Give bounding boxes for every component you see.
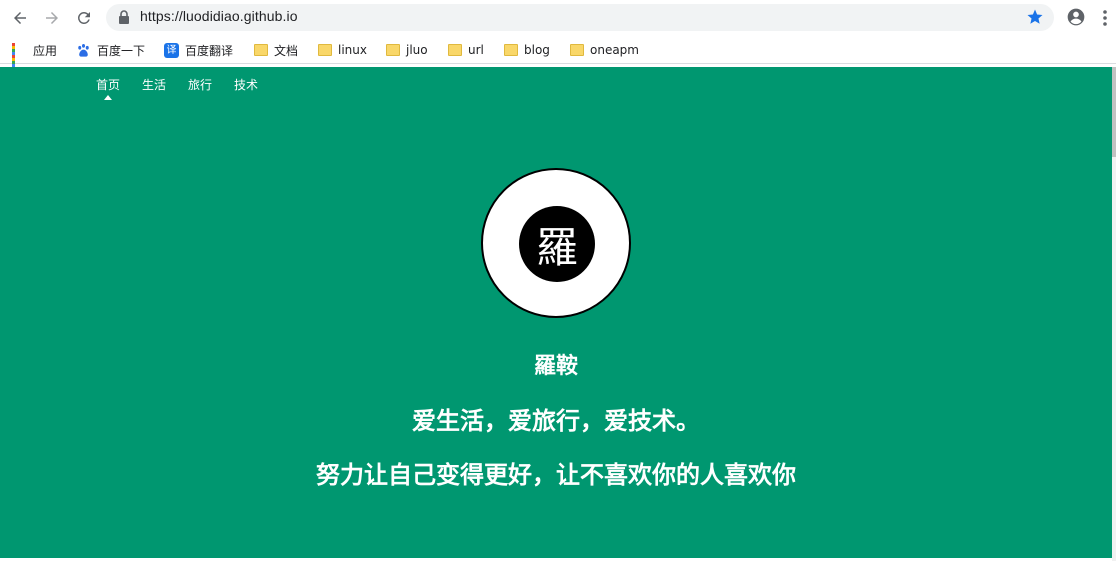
site-nav: 首页 生活 旅行 技术 xyxy=(96,76,258,93)
bookmark-baidu-translate[interactable]: 译 百度翻译 xyxy=(164,40,233,60)
nav-travel[interactable]: 旅行 xyxy=(188,76,212,93)
bookmark-label: jluo xyxy=(406,43,428,57)
nav-home[interactable]: 首页 xyxy=(96,76,120,93)
bookmark-folder-docs[interactable]: 文档 xyxy=(254,40,298,60)
page-scrollbar[interactable] xyxy=(1112,67,1116,561)
reload-icon xyxy=(77,11,90,24)
folder-icon xyxy=(386,44,400,56)
bookmark-label: 应用 xyxy=(33,43,58,58)
browser-toolbar: https://luodidiao.github.io xyxy=(0,0,1116,36)
folder-icon xyxy=(254,44,268,56)
account-circle-icon[interactable] xyxy=(1066,7,1086,27)
reload-button[interactable] xyxy=(72,6,96,30)
site-motto: 爱生活，爱旅行，爱技术。 xyxy=(412,407,700,435)
site-author-name: 羅鞍 xyxy=(533,354,578,379)
bookmark-apps[interactable]: 应用 xyxy=(12,40,58,70)
apps-grid-icon xyxy=(12,42,27,70)
translate-icon: 译 xyxy=(164,42,179,58)
folder-icon xyxy=(318,44,332,56)
bookmarks-bar: 应用 百度一下 译 百度翻译 文档 linux jluo url blog on… xyxy=(0,36,1116,70)
bookmark-folder-jluo[interactable]: jluo xyxy=(386,40,428,60)
nav-tech[interactable]: 技术 xyxy=(234,76,258,93)
bookmark-star-icon[interactable] xyxy=(1026,8,1044,26)
arrow-left-icon xyxy=(14,12,26,24)
arrow-right-icon xyxy=(46,12,58,24)
bookmark-label: url xyxy=(468,43,484,57)
site-slogan: 努力让自己变得更好，让不喜欢你的人喜欢你 xyxy=(316,461,796,489)
back-button[interactable] xyxy=(8,6,32,30)
folder-icon xyxy=(570,44,584,56)
url-text[interactable]: https://luodidiao.github.io xyxy=(140,8,298,24)
bookmark-folder-url[interactable]: url xyxy=(448,40,484,60)
forward-button[interactable] xyxy=(40,6,64,30)
bookmark-folder-blog[interactable]: blog xyxy=(504,40,550,60)
bookmark-label: 百度一下 xyxy=(97,43,146,58)
page-viewport: 首页 生活 旅行 技术 羅 羅鞍 爱生活，爱旅行，爱技术。 努力让自己变得更好，… xyxy=(0,67,1116,561)
hero-section: 首页 生活 旅行 技术 羅 羅鞍 爱生活，爱旅行，爱技术。 努力让自己变得更好，… xyxy=(0,67,1112,558)
bookmark-folder-oneapm[interactable]: oneapm xyxy=(570,40,639,60)
more-menu-icon[interactable] xyxy=(1100,8,1110,28)
bookmark-label: blog xyxy=(524,43,550,57)
bookmark-label: 文档 xyxy=(274,43,299,58)
bookmark-folder-linux[interactable]: linux xyxy=(318,40,367,60)
bookmark-baidu[interactable]: 百度一下 xyxy=(76,40,145,60)
folder-icon xyxy=(504,44,518,56)
bookmark-label: 百度翻译 xyxy=(185,43,234,58)
avatar-logo: 羅 xyxy=(519,206,595,282)
bookmark-label: oneapm xyxy=(590,43,639,57)
lock-icon xyxy=(119,10,129,24)
bookmark-label: linux xyxy=(338,43,367,57)
nav-life[interactable]: 生活 xyxy=(142,76,166,93)
folder-icon xyxy=(448,44,462,56)
baidu-paw-icon xyxy=(78,43,89,57)
scrollbar-thumb[interactable] xyxy=(1112,67,1116,157)
address-bar[interactable]: https://luodidiao.github.io xyxy=(106,4,1054,31)
avatar: 羅 xyxy=(481,168,631,318)
